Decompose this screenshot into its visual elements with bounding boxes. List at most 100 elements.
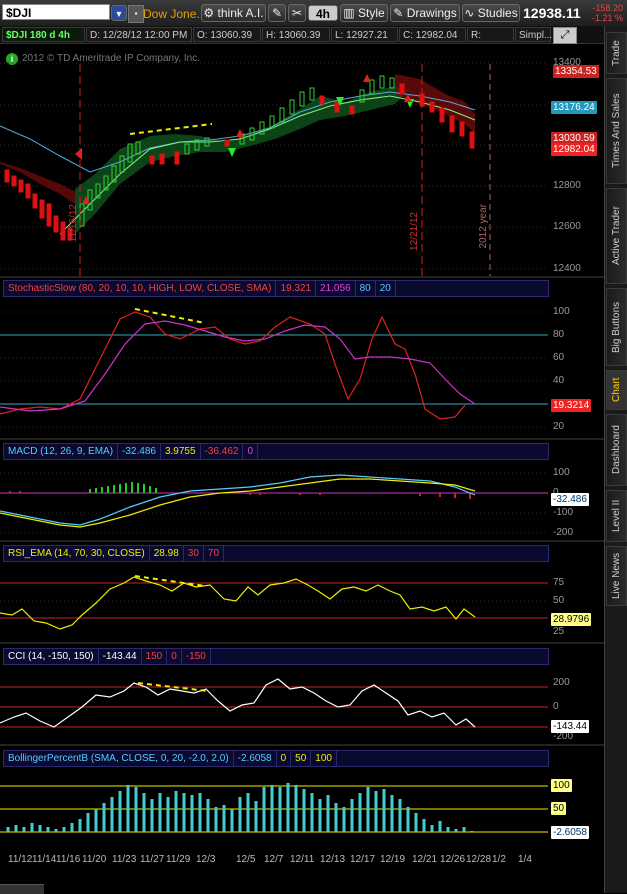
- x-tick: 11/16: [56, 854, 81, 865]
- macd-panel[interactable]: MACD (12, 26, 9, EMA) -32.486 3.9755 -36…: [0, 441, 604, 540]
- y-tick: 12400: [553, 263, 581, 274]
- rsi-tag: 28.9796: [551, 613, 592, 626]
- think-ai-button[interactable]: ⚙ think A.I.: [201, 4, 266, 22]
- info-close: C: 12982.04: [399, 27, 466, 42]
- y-tick: 0: [553, 701, 559, 712]
- price-chart: [0, 62, 548, 276]
- symbol-description: Dow Jone...: [143, 7, 207, 21]
- chart-mode-select[interactable]: Simpl...: [515, 27, 552, 42]
- vline-label-1: 11/16/12: [68, 204, 79, 243]
- bpb-tag-100: 100: [551, 779, 572, 792]
- tab-dashboard[interactable]: Dashboard: [606, 414, 627, 486]
- panel-divider[interactable]: [0, 540, 604, 542]
- symbol-dropdown-icon[interactable]: ▼: [111, 5, 127, 21]
- gear-icon: ⚙: [203, 6, 215, 20]
- y-tick: 100: [553, 306, 570, 317]
- drawings-button[interactable]: ✎ Drawings: [390, 4, 460, 22]
- bpb-tag-value: -2.6058: [551, 826, 589, 839]
- panel-divider[interactable]: [0, 642, 604, 644]
- cci-panel[interactable]: CCI (14, -150, 150) -143.44 150 0 -150 2…: [0, 645, 604, 744]
- cci-tag: -143.44: [551, 720, 589, 733]
- info-low: L: 12927.21: [331, 27, 398, 42]
- studies-label: Studies: [477, 6, 518, 20]
- interval-button[interactable]: 4h: [308, 5, 338, 21]
- x-tick: 12/13: [320, 854, 346, 865]
- vline-label-3: 2012 year: [478, 204, 489, 249]
- tab-chart[interactable]: Chart: [606, 370, 627, 410]
- rsi-chart: [0, 575, 548, 630]
- chart-title[interactable]: $DJI 180 d 4h: [2, 27, 85, 42]
- x-tick: 11/14: [32, 854, 57, 865]
- x-tick: 11/27: [140, 854, 165, 865]
- vline-label-2: 12/21/12: [409, 212, 420, 251]
- x-tick: 12/26: [440, 854, 466, 865]
- pencil-icon: ✎: [393, 6, 404, 20]
- y-tick: 80: [553, 329, 565, 340]
- think-ai-label: think A.I.: [217, 6, 264, 20]
- y-tick: 60: [553, 352, 565, 363]
- tab-level-ii[interactable]: Level II: [606, 490, 627, 542]
- panel-divider[interactable]: [0, 744, 604, 746]
- y-tick: 12600: [553, 221, 581, 232]
- x-tick: 1/2: [492, 854, 506, 865]
- price-tag-ma: 13176.24: [551, 101, 597, 114]
- x-tick: 12/7: [264, 854, 284, 865]
- y-tick: -100: [553, 507, 574, 518]
- x-tick: 1/4: [518, 854, 532, 865]
- info-open: O: 13060.39: [193, 27, 261, 42]
- tab-active-trader[interactable]: Active Trader: [606, 188, 627, 284]
- chart-info-row: $DJI 180 d 4h D: 12/28/12 12:00 PM O: 13…: [0, 26, 605, 56]
- top-toolbar: $DJI ▼ ▪ Dow Jone... ⚙ think A.I. ✎ ✂ 4h…: [0, 0, 627, 27]
- y-tick: 12800: [553, 180, 581, 191]
- cci-chart: [0, 678, 548, 728]
- y-tick: 25: [553, 626, 565, 637]
- link-icon[interactable]: ▪: [128, 5, 144, 23]
- tab-live-news[interactable]: Live News: [606, 546, 627, 606]
- macd-chart: [0, 472, 548, 534]
- y-tick: 75: [553, 577, 565, 588]
- tab-trade[interactable]: Trade: [606, 32, 627, 74]
- panel-divider[interactable]: [0, 276, 604, 278]
- y-tick: 50: [553, 595, 565, 606]
- y-tick: 20: [553, 421, 565, 432]
- style-icon: ▥: [343, 6, 355, 20]
- bollinger-percentb-panel[interactable]: BollingerPercentB (SMA, CLOSE, 0, 20, -2…: [0, 747, 604, 848]
- y-tick: 40: [553, 375, 565, 386]
- x-tick: 12/21: [412, 854, 438, 865]
- x-axis: 11/12 11/14 11/16 11/20 11/23 11/27 11/2…: [0, 848, 604, 872]
- info-high: H: 13060.39: [262, 27, 330, 42]
- x-tick: 11/23: [112, 854, 137, 865]
- style-label: Style: [358, 6, 385, 20]
- expand-chart-icon[interactable]: ⤢: [553, 27, 577, 44]
- tab-big-buttons[interactable]: Big Buttons: [606, 288, 627, 366]
- y-tick: 200: [553, 677, 570, 688]
- tools-icon[interactable]: ✂: [288, 4, 306, 22]
- rsi-panel[interactable]: RSI_EMA (14, 70, 30, CLOSE) 28.98 30 70 …: [0, 543, 604, 642]
- studies-icon: ∿: [464, 6, 475, 20]
- price-panel[interactable]: i 2012 © TD Ameritrade IP Company, Inc.: [0, 44, 604, 276]
- y-tick: 100: [553, 467, 570, 478]
- stoch-tag: 19.3214: [551, 399, 592, 412]
- price-tag-last: 12982.04: [551, 143, 597, 156]
- x-tick: 11/29: [166, 854, 191, 865]
- tab-times-and-sales[interactable]: Times And Sales: [606, 78, 627, 184]
- stochastic-panel[interactable]: StochasticSlow (80, 20, 10, 10, HIGH, LO…: [0, 279, 604, 438]
- price-change: -158.20 -1.21 %: [589, 3, 623, 23]
- drawings-label: Drawings: [406, 6, 457, 20]
- x-tick: 12/3: [196, 854, 216, 865]
- stochastic-chart: [0, 308, 548, 428]
- y-tick: -200: [553, 527, 574, 538]
- wrench-icon[interactable]: ✎: [268, 4, 286, 22]
- bpb-chart: [0, 783, 548, 833]
- info-date: D: 12/28/12 12:00 PM: [86, 27, 192, 42]
- style-button[interactable]: ▥ Style: [340, 4, 388, 22]
- x-tick: 11/20: [82, 854, 107, 865]
- x-tick: 12/17: [350, 854, 376, 865]
- symbol-input[interactable]: $DJI: [2, 4, 110, 20]
- bpb-tag-50: 50: [551, 802, 567, 815]
- last-price: 12938.11: [523, 5, 581, 21]
- studies-button[interactable]: ∿ Studies: [462, 4, 520, 22]
- x-tick: 12/11: [290, 854, 315, 865]
- macd-tag: -32.486: [551, 493, 589, 506]
- panel-divider[interactable]: [0, 438, 604, 440]
